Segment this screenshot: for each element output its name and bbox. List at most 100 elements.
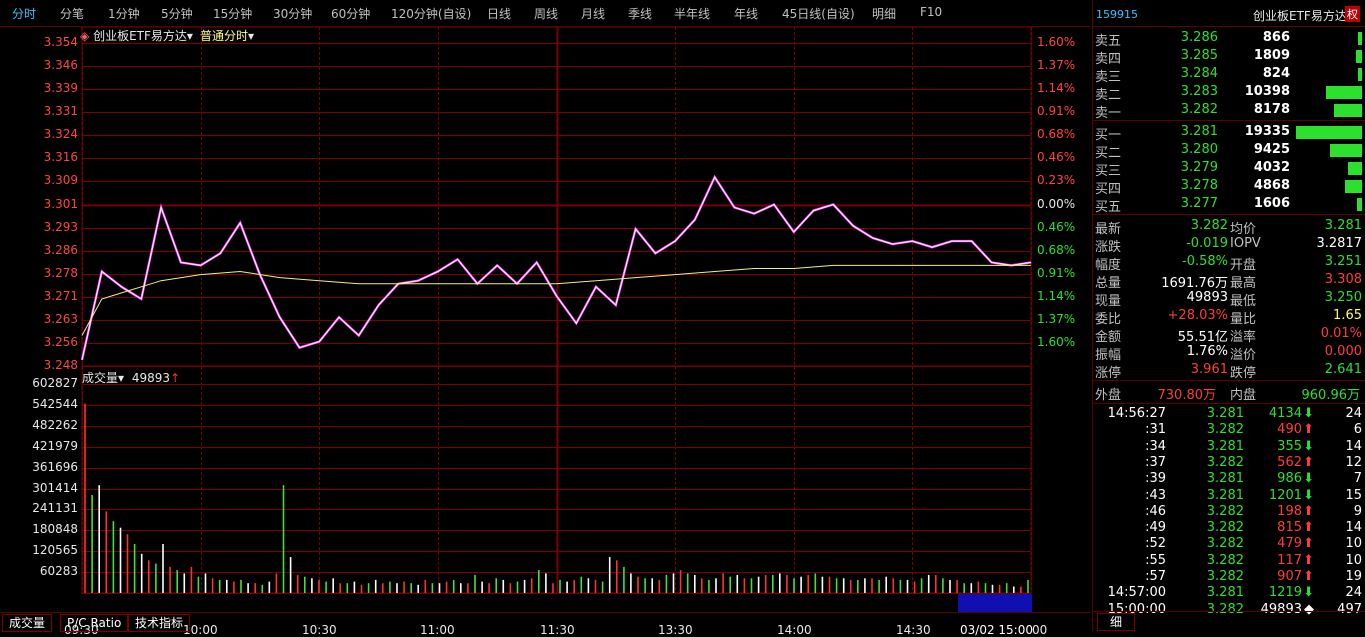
pct-tick-label: 0.46%	[1037, 219, 1076, 234]
stat-value: 49893	[1186, 290, 1228, 305]
intraday-chart[interactable]	[0, 27, 1090, 613]
stat-value: 3.2817	[1316, 236, 1363, 251]
chevron-down-icon: ▾	[248, 29, 255, 43]
arrow-down-icon: ⬇	[1303, 471, 1314, 487]
tick-volume: 1201	[1268, 487, 1302, 503]
bid-row: 买三 3.279 4032	[1093, 159, 1365, 179]
stat-row: 涨跌 -0.019 IOPV 3.2817	[1093, 235, 1365, 255]
detail-tab[interactable]: 细	[1097, 613, 1135, 631]
tab-9[interactable]: 周线	[534, 5, 558, 22]
tick-volume: 479	[1277, 536, 1302, 552]
tab-11[interactable]: 季线	[628, 5, 652, 22]
ask-row: 卖三 3.284 824	[1093, 65, 1365, 85]
bid-price: 3.280	[1180, 142, 1218, 157]
arrow-down-icon: ⬇	[1303, 487, 1314, 503]
tick-row: :52 3.282 479 ⬆ 10	[1093, 535, 1365, 553]
tick-price: 3.282	[1206, 601, 1244, 617]
bottom-tab-0[interactable]: 成交量	[2, 614, 53, 632]
price-tick-label: 3.271	[43, 288, 78, 303]
tick-count: 6	[1353, 422, 1362, 438]
price-tick-label: 3.331	[43, 104, 78, 119]
tab-1[interactable]: 分笔	[60, 5, 84, 22]
ask-price: 3.284	[1180, 66, 1218, 81]
tab-16[interactable]: F10	[920, 5, 942, 19]
price-tick-label: 3.346	[43, 58, 78, 73]
bottom-tab-1[interactable]: P/C Ratio	[60, 614, 129, 632]
arrow-up-icon: ⬆	[1303, 422, 1314, 438]
ask-depth-bar	[1334, 104, 1362, 117]
pct-tick-label: 1.37%	[1037, 58, 1076, 73]
stat-row: 幅度 -0.58% 开盘 3.251	[1093, 253, 1365, 273]
volume-label: 成交量	[82, 371, 119, 385]
tick-volume: 1219	[1268, 585, 1302, 601]
tick-row: :43 3.281 1201 ⬇ 15	[1093, 487, 1365, 505]
mode-selector[interactable]: 普通分时▾	[200, 27, 254, 44]
tick-price: 3.282	[1206, 536, 1244, 552]
tab-0[interactable]: 分时	[12, 5, 36, 22]
outer-value: 730.80万	[1157, 388, 1217, 403]
tick-volume: 490	[1277, 422, 1302, 438]
stat-label: 涨停	[1095, 366, 1122, 381]
volume-tick-label: 542544	[32, 396, 78, 411]
tick-price: 3.282	[1206, 503, 1244, 519]
volume-tick-label: 482262	[32, 417, 78, 432]
pct-tick-label: 1.37%	[1037, 311, 1076, 326]
ask-volume: 824	[1262, 66, 1290, 81]
bid-depth-bar	[1345, 180, 1362, 193]
tab-14[interactable]: 45日线(自设)	[782, 5, 855, 22]
tab-5[interactable]: 30分钟	[273, 5, 312, 22]
arrow-up-icon: ↑	[170, 371, 181, 385]
tick-count: 14	[1345, 438, 1362, 454]
tick-count: 24	[1345, 406, 1362, 421]
ask-price: 3.286	[1180, 30, 1218, 45]
tick-price: 3.281	[1206, 471, 1244, 487]
volume-tick-label: 180848	[32, 522, 78, 537]
price-tick-label: 3.354	[43, 35, 78, 49]
tab-2[interactable]: 1分钟	[108, 5, 140, 22]
stat-value: 1.65	[1333, 308, 1362, 323]
bid-depth-bar	[1348, 162, 1362, 175]
volume-tick-label: 361696	[32, 459, 78, 474]
tab-7[interactable]: 120分钟(自设)	[391, 5, 471, 22]
bottom-tab-2[interactable]: 技术指标	[128, 614, 191, 632]
chart-title[interactable]: ◈ 创业板ETF易方达▾	[80, 27, 193, 44]
bid-depth-bar	[1357, 198, 1362, 211]
stat-value: 1.76%	[1186, 344, 1228, 359]
volume-value: 49893	[131, 371, 171, 385]
mode-label: 普通分时	[200, 29, 249, 43]
bid-row: 买五 3.277 1606	[1093, 195, 1365, 215]
tick-time: :34	[1145, 438, 1166, 454]
tab-13[interactable]: 年线	[734, 5, 758, 22]
stat-row: 现量 49893 最低 3.250	[1093, 289, 1365, 309]
chevron-down-icon: ▾	[118, 371, 125, 385]
tab-12[interactable]: 半年线	[674, 5, 710, 22]
tab-15[interactable]: 明细	[872, 5, 896, 22]
tick-volume: 355	[1277, 438, 1302, 454]
tab-3[interactable]: 5分钟	[161, 5, 193, 22]
volume-tick-label: 421979	[32, 438, 78, 453]
tick-row: 14:57:00 3.281 1219 ⬇ 24	[1093, 584, 1365, 602]
price-tick-label: 3.278	[43, 265, 78, 280]
tab-4[interactable]: 15分钟	[213, 5, 252, 22]
ask-depth-bar	[1358, 32, 1362, 45]
stat-row: 最新 3.282 均价 3.281	[1093, 217, 1365, 237]
stat-row: 委比 +28.03% 量比 1.65	[1093, 307, 1365, 327]
tick-volume: 4134	[1268, 406, 1302, 421]
volume-header[interactable]: 成交量▾ 49893↑	[82, 369, 180, 386]
pct-tick-label: 1.14%	[1037, 288, 1076, 303]
arrow-down-icon: ⬇	[1303, 406, 1314, 421]
tab-6[interactable]: 60分钟	[331, 5, 370, 22]
bid-depth-bar	[1296, 126, 1362, 139]
arrow-down-icon: ⬇	[1303, 585, 1314, 601]
stat-value: +28.03%	[1167, 308, 1228, 323]
tab-10[interactable]: 月线	[581, 5, 605, 22]
stat-value: 2.641	[1324, 362, 1362, 377]
tick-time: :37	[1145, 454, 1166, 470]
arrow-down-icon: ⬇	[1303, 438, 1314, 454]
stat-row: 振幅 1.76% 溢价 0.000	[1093, 343, 1365, 363]
rights-badge[interactable]: 权	[1345, 6, 1360, 22]
ask-volume: 1809	[1253, 48, 1290, 63]
quote-panel: 159915 创业板ETF易方达 权 卖五 3.286 866 卖四 3.285 1809…	[1092, 0, 1365, 631]
inner-value: 960.96万	[1301, 388, 1361, 403]
tab-8[interactable]: 日线	[487, 5, 511, 22]
